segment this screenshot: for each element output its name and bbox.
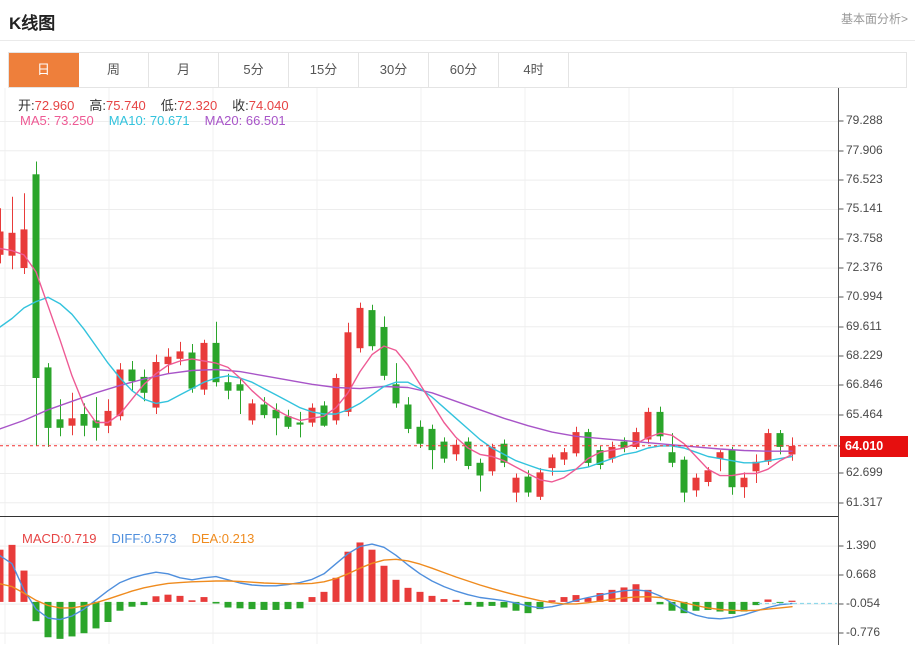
axis-tick-label: 65.464 <box>846 407 883 421</box>
legend-value: 72.320 <box>177 98 217 113</box>
axis-tick-label: 0.668 <box>846 567 876 581</box>
legend-value: 75.740 <box>106 98 146 113</box>
legend-value: 74.040 <box>249 98 289 113</box>
axis-tick-label: 73.758 <box>846 231 883 245</box>
legend-item: DEA:0.213 <box>191 531 254 546</box>
axis-tick-label: 66.846 <box>846 377 883 391</box>
axis-tick-label: 70.994 <box>846 289 883 303</box>
legend-item: 低:72.320 <box>161 98 217 113</box>
macd-legend: MACD:0.719 DIFF:0.573 DEA:0.213 <box>22 531 269 546</box>
axis-tick-label: 61.317 <box>846 495 883 509</box>
legend-item: MA10: 70.671 <box>109 113 190 128</box>
axis-tick-label: 62.699 <box>846 465 883 479</box>
axis-tick-label: 69.611 <box>846 319 882 333</box>
current-price-tag: 64.010 <box>840 436 908 457</box>
legend-label: 收: <box>232 98 249 113</box>
axis-tick-label: 72.376 <box>846 260 883 274</box>
kline-widget: K线图 基本面分析> 日周月5分15分30分60分4时 开:72.960高:75… <box>0 0 915 645</box>
legend-item: 收:74.040 <box>232 98 288 113</box>
axis-tick-label: -0.054 <box>846 596 880 610</box>
legend-label: 低: <box>161 98 178 113</box>
axis-tick-label: 77.906 <box>846 143 883 157</box>
ohlc-legend: 开:72.960 高:75.740 低:72.320 收:74.040 <box>18 95 304 114</box>
axis-tick-label: -0.776 <box>846 625 880 639</box>
axis-tick-label: 68.229 <box>846 348 883 362</box>
axis-tick-label: 1.390 <box>846 538 876 552</box>
legend-item: MA5: 73.250 <box>20 113 94 128</box>
legend-label: 高: <box>89 98 106 113</box>
legend-label: 开: <box>18 98 35 113</box>
legend-item: 开:72.960 <box>18 98 74 113</box>
axis-tick-label: 75.141 <box>846 201 883 215</box>
legend-item: 高:75.740 <box>89 98 145 113</box>
axis-tick-label: 76.523 <box>846 172 883 186</box>
legend-value: 72.960 <box>35 98 75 113</box>
axis-tick-label: 79.288 <box>846 113 883 127</box>
legend-item: MA20: 66.501 <box>205 113 286 128</box>
legend-item: MACD:0.719 <box>22 531 96 546</box>
legend-item: DIFF:0.573 <box>111 531 176 546</box>
ma-legend: MA5: 73.250 MA10: 70.671 MA20: 66.501 <box>20 113 301 128</box>
